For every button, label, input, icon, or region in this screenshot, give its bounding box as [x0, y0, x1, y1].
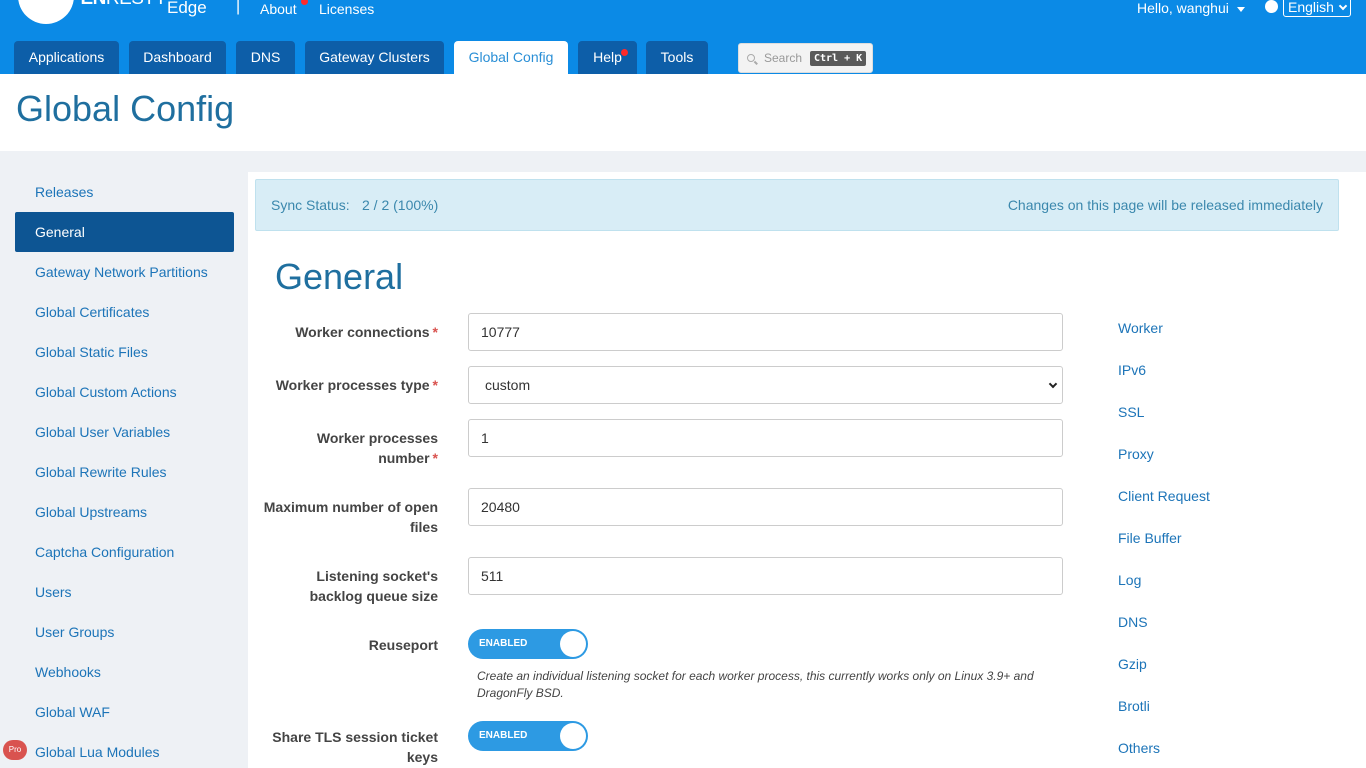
- logo-edge-text: Edge: [167, 0, 207, 17]
- sidebar-item-global-custom-actions[interactable]: Global Custom Actions: [15, 372, 234, 412]
- language-value: English: [1288, 0, 1334, 15]
- max-open-files-label-line1: Maximum number of open: [263, 499, 438, 515]
- anchor-link-brotli[interactable]: Brotli: [1118, 698, 1150, 714]
- anchor-link-others[interactable]: Others: [1118, 740, 1160, 756]
- anchor-link-proxy[interactable]: Proxy: [1118, 446, 1154, 462]
- sidebar-item-releases[interactable]: Releases: [15, 172, 234, 212]
- sync-status-bar: Sync Status: 2 / 2 (100%) Changes on thi…: [255, 179, 1339, 231]
- sidebar-item-user-groups[interactable]: User Groups: [15, 612, 234, 652]
- user-menu[interactable]: Hello, wanghui: [1137, 0, 1245, 16]
- worker-processes-type-value: custom: [485, 377, 531, 393]
- anchor-link-client-request[interactable]: Client Request: [1118, 488, 1210, 504]
- sync-status-value: 2 / 2 (100%): [362, 197, 439, 213]
- tls-ticket-keys-toggle-state: ENABLED: [479, 730, 528, 741]
- sidebar-item-global-static-files[interactable]: Global Static Files: [15, 332, 234, 372]
- tab-applications[interactable]: Applications: [14, 41, 119, 74]
- tab-global-config[interactable]: Global Config: [454, 41, 568, 74]
- tab-gateway-clusters[interactable]: Gateway Clusters: [305, 41, 444, 74]
- keyboard-shortcut: Ctrl + K: [810, 51, 867, 66]
- page-header: Global Config: [0, 74, 1366, 151]
- worker-processes-type-label-text: Worker processes type: [275, 377, 430, 393]
- worker-connections-label-text: Worker connections: [295, 324, 430, 340]
- required-marker: *: [432, 377, 438, 393]
- logo-text-bold: OPEN: [54, 0, 106, 9]
- sidebar-item-general[interactable]: General: [15, 212, 234, 252]
- tls-ticket-keys-label-line2: keys: [406, 749, 438, 765]
- worker-processes-type-select[interactable]: custom: [468, 366, 1063, 404]
- page-title: Global Config: [16, 88, 235, 129]
- about-notification-dot: [301, 0, 308, 5]
- required-marker: *: [432, 324, 438, 340]
- logo-text-thin: RESTY: [106, 0, 167, 9]
- sidebar-item-global-waf[interactable]: Global WAF: [15, 692, 234, 732]
- chevron-down-icon: [1048, 379, 1058, 389]
- tab-tools[interactable]: Tools: [646, 41, 708, 74]
- about-link[interactable]: About: [260, 1, 297, 17]
- anchor-link-log[interactable]: Log: [1118, 572, 1141, 588]
- sidebar-item-users[interactable]: Users: [15, 572, 234, 612]
- sidebar-item-captcha-configuration[interactable]: Captcha Configuration: [15, 532, 234, 572]
- backlog-queue-input[interactable]: 511: [468, 557, 1063, 595]
- pro-badge: Pro: [3, 740, 27, 760]
- search-icon: [747, 54, 755, 62]
- reuseport-toggle-state: ENABLED: [479, 638, 528, 649]
- sync-status-label: Sync Status:: [271, 197, 350, 213]
- anchor-link-worker[interactable]: Worker: [1118, 320, 1163, 336]
- chevron-down-icon: [1236, 6, 1245, 12]
- toggle-knob: [560, 631, 586, 657]
- sidebar-item-global-certificates[interactable]: Global Certificates: [15, 292, 234, 332]
- anchor-link-ssl[interactable]: SSL: [1118, 404, 1144, 420]
- release-note: Changes on this page will be released im…: [1007, 197, 1323, 213]
- backlog-queue-label-line2: backlog queue size: [309, 588, 438, 604]
- max-open-files-label-line2: files: [409, 519, 438, 535]
- tls-ticket-keys-label: Share TLS session ticket keys: [248, 727, 438, 767]
- sidebar-item-global-rewrite-rules[interactable]: Global Rewrite Rules: [15, 452, 234, 492]
- help-notification-dot: [621, 49, 628, 56]
- worker-processes-type-label: Worker processes type *: [248, 375, 438, 395]
- language-select[interactable]: English: [1283, 0, 1351, 17]
- anchor-link-file-buffer[interactable]: File Buffer: [1118, 530, 1182, 546]
- chevron-down-icon: [1338, 1, 1348, 11]
- anchor-link-gzip[interactable]: Gzip: [1118, 656, 1147, 672]
- backlog-queue-label-line1: Listening socket's: [316, 568, 438, 584]
- sidebar-item-global-upstreams[interactable]: Global Upstreams: [15, 492, 234, 532]
- section-title: General: [275, 256, 404, 297]
- backlog-queue-label: Listening socket's backlog queue size: [248, 566, 438, 606]
- reuseport-toggle[interactable]: ENABLED: [468, 629, 588, 659]
- nav-separator: |: [236, 0, 241, 15]
- max-open-files-label: Maximum number of open files: [248, 497, 438, 537]
- worker-connections-input[interactable]: 10777: [468, 313, 1063, 351]
- globe-icon: [1265, 0, 1278, 13]
- max-open-files-input[interactable]: 20480: [468, 488, 1063, 526]
- worker-processes-number-label-line1: Worker processes: [316, 430, 438, 446]
- main-panel: Sync Status: 2 / 2 (100%) Changes on thi…: [248, 172, 1366, 768]
- worker-processes-number-label-line2: number: [378, 450, 430, 466]
- tab-dashboard[interactable]: Dashboard: [129, 41, 226, 74]
- sidebar-item-gateway-network-partitions[interactable]: Gateway Network Partitions: [15, 252, 234, 292]
- anchor-link-ipv6[interactable]: IPv6: [1118, 362, 1146, 378]
- toggle-knob: [560, 723, 586, 749]
- anchor-link-dns[interactable]: DNS: [1118, 614, 1148, 630]
- tab-help[interactable]: Help: [578, 41, 637, 74]
- sidebar-item-webhooks[interactable]: Webhooks: [15, 652, 234, 692]
- openresty-logo[interactable]: OPENRESTY: [12, 0, 167, 28]
- worker-connections-label: Worker connections *: [248, 322, 438, 342]
- search-input[interactable]: Search Ctrl + K: [738, 43, 873, 73]
- worker-processes-number-label: Worker processes number *: [248, 428, 438, 468]
- sidebar-item-global-lua-modules[interactable]: Global Lua Modules: [15, 732, 234, 768]
- search-placeholder: Search: [764, 51, 803, 65]
- licenses-link[interactable]: Licenses: [319, 1, 374, 17]
- user-greeting: Hello, wanghui: [1137, 0, 1229, 16]
- tls-ticket-keys-label-line1: Share TLS session ticket: [272, 729, 438, 745]
- reuseport-help-text: Create an individual listening socket fo…: [477, 669, 1034, 700]
- reuseport-label: Reuseport: [368, 637, 438, 653]
- tls-ticket-keys-toggle[interactable]: ENABLED: [468, 721, 588, 751]
- tab-dns[interactable]: DNS: [236, 41, 295, 74]
- sidebar-item-global-user-variables[interactable]: Global User Variables: [15, 412, 234, 452]
- worker-processes-number-input[interactable]: 1: [468, 419, 1063, 457]
- required-marker: *: [432, 450, 438, 466]
- top-navbar: OPENRESTY Edge | About Licenses Hello, w…: [0, 0, 1366, 74]
